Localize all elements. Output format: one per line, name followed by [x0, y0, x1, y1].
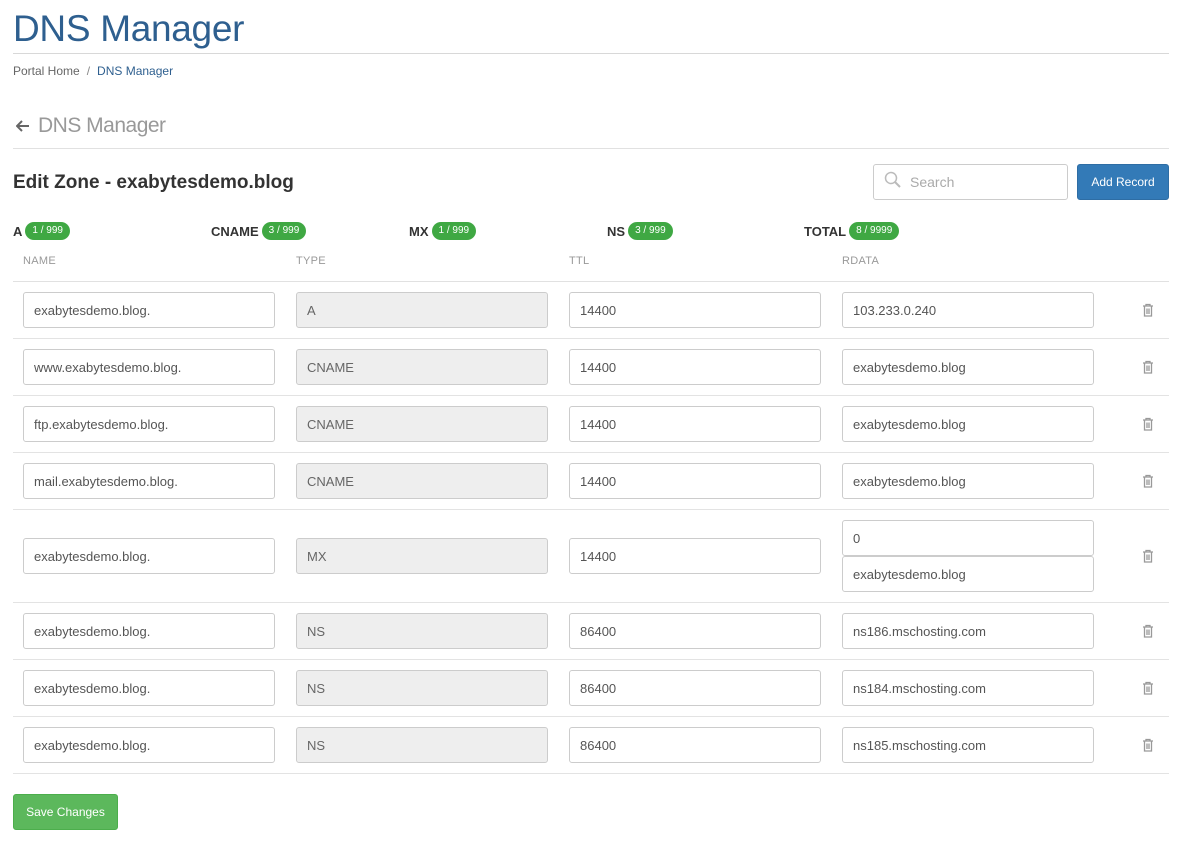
- trash-icon[interactable]: [1142, 474, 1154, 488]
- counter-a: A 1 / 999: [13, 222, 70, 240]
- column-header-type: TYPE: [296, 255, 326, 267]
- counter-badge: 3 / 999: [261, 222, 307, 240]
- table-row: [13, 510, 1169, 603]
- record-ttl-input[interactable]: [569, 670, 821, 706]
- record-rdata-input[interactable]: [842, 349, 1094, 385]
- record-priority-input[interactable]: [842, 520, 1094, 556]
- record-rdata-input[interactable]: [842, 406, 1094, 442]
- back-link[interactable]: DNS Manager: [16, 114, 166, 138]
- counter-label: CNAME: [211, 223, 259, 239]
- record-name-input[interactable]: [23, 292, 275, 328]
- table-row: [13, 453, 1169, 510]
- record-rdata-input[interactable]: [842, 292, 1094, 328]
- record-type-field: [296, 463, 548, 499]
- counter-label: MX: [409, 223, 429, 239]
- table-row: [13, 660, 1169, 717]
- record-type-field: [296, 538, 548, 574]
- search-box[interactable]: [873, 164, 1068, 200]
- breadcrumb-separator: /: [86, 64, 91, 78]
- table-row: [13, 282, 1169, 339]
- trash-icon[interactable]: [1142, 549, 1154, 563]
- record-type-field: [296, 727, 548, 763]
- record-type-field: [296, 406, 548, 442]
- trash-icon[interactable]: [1142, 303, 1154, 317]
- record-rdata-input[interactable]: [842, 556, 1094, 592]
- record-type-field: [296, 292, 548, 328]
- breadcrumb: Portal Home / DNS Manager: [13, 64, 173, 78]
- counter-ns: NS 3 / 999: [607, 222, 673, 240]
- record-name-input[interactable]: [23, 670, 275, 706]
- record-ttl-input[interactable]: [569, 613, 821, 649]
- record-ttl-input[interactable]: [569, 406, 821, 442]
- trash-icon[interactable]: [1142, 417, 1154, 431]
- trash-icon[interactable]: [1142, 681, 1154, 695]
- counter-label: A: [13, 223, 23, 239]
- record-type-field: [296, 613, 548, 649]
- record-rdata-input[interactable]: [842, 727, 1094, 763]
- record-name-input[interactable]: [23, 727, 275, 763]
- arrow-left-icon: [16, 120, 30, 132]
- record-name-input[interactable]: [23, 613, 275, 649]
- counter-badge: 3 / 999: [628, 222, 673, 240]
- records-table: [0, 282, 1180, 774]
- counter-badge: 1 / 999: [25, 222, 70, 240]
- record-ttl-input[interactable]: [569, 463, 821, 499]
- table-header: NAME TYPE TTL RDATA: [0, 255, 1180, 269]
- record-name-input[interactable]: [23, 349, 275, 385]
- add-record-button[interactable]: Add Record: [1077, 164, 1169, 200]
- table-row: [13, 396, 1169, 453]
- table-row: [13, 603, 1169, 660]
- counter-mx: MX 1 / 999: [409, 222, 477, 240]
- record-ttl-input[interactable]: [569, 349, 821, 385]
- record-rdata-input[interactable]: [842, 670, 1094, 706]
- trash-icon[interactable]: [1142, 360, 1154, 374]
- record-rdata-input[interactable]: [842, 613, 1094, 649]
- column-header-ttl: TTL: [569, 255, 590, 267]
- column-header-rdata: RDATA: [842, 255, 880, 267]
- trash-icon[interactable]: [1142, 624, 1154, 638]
- section-divider: [13, 148, 1169, 149]
- record-counters: A 1 / 999 CNAME 3 / 999 MX 1 / 999 NS 3 …: [0, 222, 1180, 242]
- record-type-field: [296, 670, 548, 706]
- counter-label: NS: [607, 223, 626, 239]
- record-name-input[interactable]: [23, 538, 275, 574]
- counter-badge: 1 / 999: [431, 222, 477, 240]
- record-ttl-input[interactable]: [569, 538, 821, 574]
- record-name-input[interactable]: [23, 406, 275, 442]
- breadcrumb-portal-home[interactable]: Portal Home: [13, 64, 80, 78]
- table-row: [13, 339, 1169, 396]
- table-row: [13, 717, 1169, 774]
- record-ttl-input[interactable]: [569, 292, 821, 328]
- counter-label: TOTAL: [804, 223, 847, 239]
- zone-title: Edit Zone - exabytesdemo.blog: [13, 172, 294, 193]
- column-header-name: NAME: [23, 255, 56, 267]
- save-changes-button[interactable]: Save Changes: [13, 794, 118, 830]
- page-title: DNS Manager: [13, 8, 245, 49]
- record-type-field: [296, 349, 548, 385]
- record-ttl-input[interactable]: [569, 727, 821, 763]
- title-divider: [13, 53, 1169, 54]
- counter-cname: CNAME 3 / 999: [211, 222, 307, 240]
- search-input[interactable]: [910, 174, 1050, 190]
- counter-total: TOTAL 8 / 9999: [804, 222, 900, 240]
- back-label: DNS Manager: [38, 114, 166, 137]
- trash-icon[interactable]: [1142, 738, 1154, 752]
- counter-badge: 8 / 9999: [849, 222, 900, 240]
- record-name-input[interactable]: [23, 463, 275, 499]
- breadcrumb-dns-manager[interactable]: DNS Manager: [97, 64, 173, 78]
- magnifier-icon: [884, 171, 902, 194]
- record-rdata-input[interactable]: [842, 463, 1094, 499]
